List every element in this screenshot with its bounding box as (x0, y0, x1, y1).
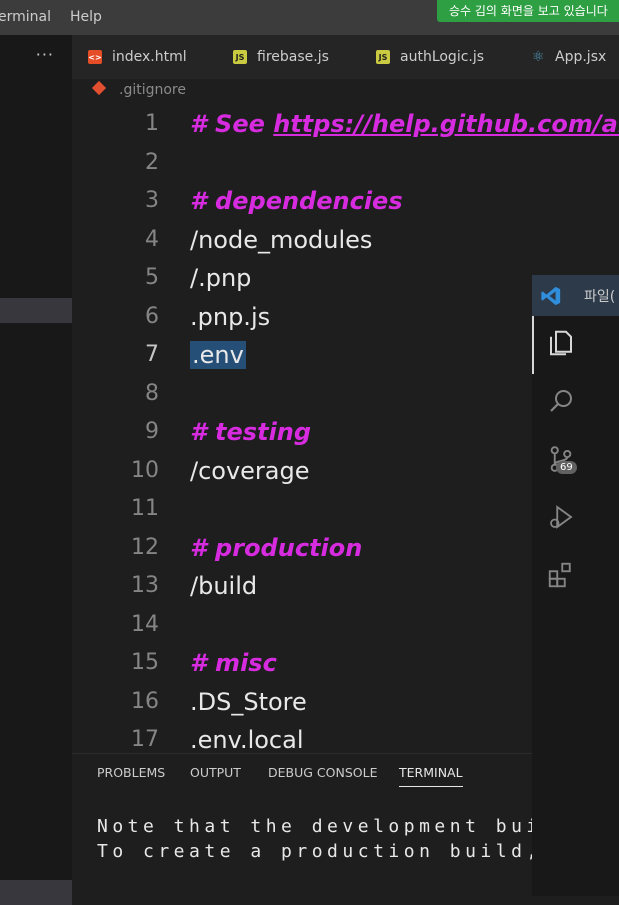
breadcrumb: .gitignore (72, 79, 619, 103)
line-number: 14 (131, 611, 159, 637)
terminal-line: To create a production build, (97, 841, 542, 862)
code-token: .env.local (190, 726, 304, 753)
tab-index-html[interactable]: <> index.html (88, 35, 187, 79)
code-token: # See (190, 110, 274, 138)
code-text: .DS_Store (190, 683, 307, 721)
line-number: 15 (131, 650, 159, 675)
screen-sharing-banner: 승수 김의 화면을 보고 있습니다 (437, 0, 619, 22)
git-icon (91, 80, 107, 96)
code-line[interactable]: 2 (72, 144, 619, 183)
line-number: 4 (145, 226, 159, 252)
shared-window-titlebar: 파일( (532, 275, 619, 316)
code-line[interactable]: 3 # dependencies (72, 182, 619, 221)
bottom-panel: PROBLEMS OUTPUT DEBUG CONSOLE TERMINAL N… (72, 753, 537, 897)
tab-problems[interactable]: PROBLEMS (97, 765, 165, 780)
line-number: 8 (145, 380, 159, 406)
scm-badge: 69 (556, 461, 577, 474)
code-text: /build (190, 567, 257, 605)
line-number: 11 (131, 496, 159, 521)
code-comment: # misc (190, 644, 277, 682)
run-debug-icon[interactable] (546, 502, 576, 532)
code-token: /coverage (190, 456, 310, 485)
code-text: .pnp.js (190, 298, 270, 336)
code-token: # testing (190, 418, 312, 446)
code-text: /coverage (190, 452, 310, 490)
more-actions-icon[interactable]: ··· (36, 45, 54, 64)
tab-authlogic-js[interactable]: JS authLogic.js (376, 35, 484, 79)
line-number: 2 (145, 149, 159, 175)
explorer-sidebar: ··· (0, 35, 72, 905)
js-icon: JS (376, 50, 390, 64)
menu-terminal[interactable]: erminal (0, 9, 51, 25)
tab-label: App.jsx (555, 49, 607, 65)
line-number: 12 (131, 534, 159, 560)
code-token: .pnp.js (190, 302, 271, 331)
code-comment: # production (190, 529, 362, 567)
activity-bar: 69 (532, 316, 590, 896)
code-comment: # testing (190, 413, 311, 451)
tab-output[interactable]: OUTPUT (190, 765, 241, 780)
line-number: 6 (145, 303, 159, 329)
extensions-icon[interactable] (546, 560, 576, 590)
code-link[interactable]: https://help.github.com/articles (273, 110, 619, 138)
line-number: 3 (145, 188, 159, 213)
search-icon[interactable] (546, 386, 576, 416)
shared-window-title: 파일( (584, 289, 616, 305)
code-token: # misc (190, 649, 277, 677)
code-token: .DS_Store (190, 687, 307, 716)
code-token: # dependencies (190, 187, 403, 215)
line-number: 7 (145, 342, 159, 367)
line-number: 13 (131, 573, 159, 598)
code-token: /.pnp (190, 264, 252, 292)
tab-terminal[interactable]: TERMINAL (399, 765, 463, 787)
menu-help[interactable]: Help (70, 9, 102, 25)
line-number: 17 (131, 727, 159, 752)
selected-tree-item[interactable] (0, 298, 72, 323)
code-line[interactable]: 4/node_modules (72, 221, 619, 260)
code-token: /node_modules (190, 225, 373, 254)
react-icon: ⚛ (531, 49, 545, 65)
tab-firebase-js[interactable]: JS firebase.js (233, 35, 329, 79)
js-icon: JS (233, 50, 247, 64)
terminal-line: Note that the development bui (97, 816, 542, 837)
code-line[interactable]: 1 # See https://help.github.com/articles (72, 105, 619, 144)
code-token: .env (190, 341, 246, 369)
selected-tree-item-bottom[interactable] (0, 880, 72, 905)
tab-label: authLogic.js (400, 49, 485, 65)
code-token: /build (190, 572, 258, 600)
line-number: 10 (131, 457, 159, 483)
code-comment: # See https://help.github.com/articles (190, 105, 619, 143)
vscode-logo-icon (541, 286, 561, 306)
breadcrumb-file[interactable]: .gitignore (119, 82, 186, 98)
tab-debug-console[interactable]: DEBUG CONSOLE (268, 765, 377, 780)
line-number: 9 (145, 419, 159, 444)
tab-label: firebase.js (257, 49, 329, 65)
code-text: /.pnp (190, 259, 251, 297)
line-number: 16 (131, 688, 159, 714)
editor-tabs: <> index.html JS firebase.js JS authLogi… (72, 35, 619, 79)
line-number: 5 (145, 265, 159, 290)
tab-app-jsx[interactable]: ⚛ App.jsx (531, 35, 607, 79)
files-icon[interactable] (546, 328, 576, 358)
tab-label: index.html (112, 49, 187, 65)
shared-vscode-window: 파일( 69 (532, 275, 619, 896)
code-text: /node_modules (190, 221, 372, 259)
code-token: # production (190, 533, 363, 562)
shared-explorer-panel (590, 316, 619, 896)
html-icon: <> (88, 50, 102, 64)
line-number: 1 (145, 111, 159, 136)
code-text: .env.local (190, 721, 304, 753)
active-indicator (532, 316, 534, 374)
code-comment: # dependencies (190, 182, 403, 220)
code-text: .env (190, 336, 246, 374)
